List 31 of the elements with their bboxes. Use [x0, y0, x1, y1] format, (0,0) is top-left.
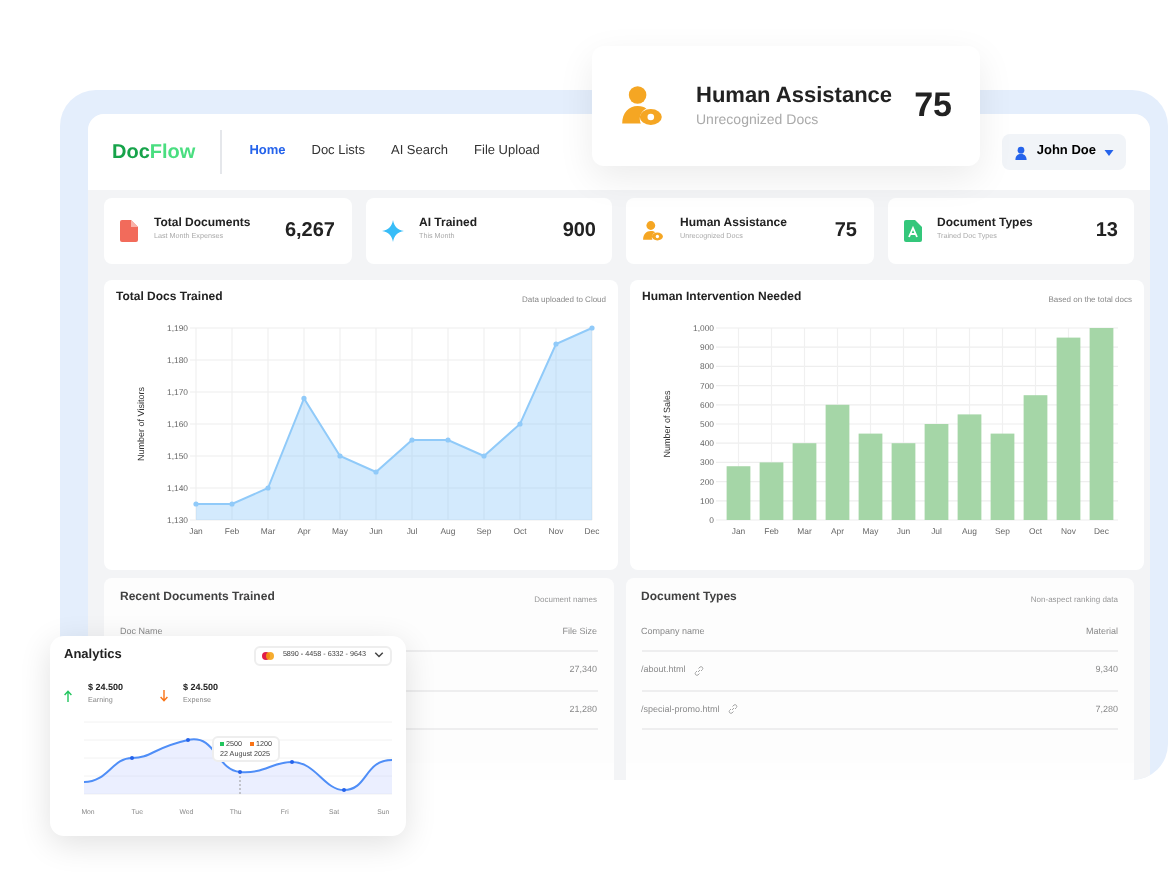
document-icon	[903, 220, 921, 242]
sparkle-icon	[381, 220, 403, 242]
card-value: 75	[914, 84, 952, 129]
user-icon	[1014, 145, 1029, 159]
person-icon	[642, 220, 664, 242]
stat-value: 13	[1095, 218, 1118, 246]
bar	[990, 433, 1015, 520]
bar	[726, 466, 751, 520]
logo-text: DocFlow	[112, 139, 196, 167]
guide-line	[239, 771, 241, 795]
bar	[759, 462, 784, 520]
bar	[858, 433, 883, 520]
bar	[1023, 395, 1048, 520]
stat-value: 75	[834, 218, 857, 246]
stat-value: 6,267	[284, 218, 335, 246]
link-icon	[693, 665, 704, 676]
link-icon	[727, 704, 738, 715]
arrow-up-icon	[64, 689, 72, 702]
bar	[891, 443, 916, 520]
arrow-down-icon	[159, 689, 168, 702]
card-title: Human Assistance	[696, 81, 895, 111]
bar	[792, 443, 817, 520]
bar	[825, 404, 850, 520]
chevron-icon	[374, 652, 384, 659]
file-icon	[120, 220, 138, 242]
bar	[957, 414, 982, 520]
bar	[924, 424, 949, 520]
person-icon	[620, 84, 664, 128]
caret-icon	[1104, 149, 1114, 155]
card-brand-icon	[262, 651, 275, 660]
stat-value: 900	[562, 218, 596, 246]
